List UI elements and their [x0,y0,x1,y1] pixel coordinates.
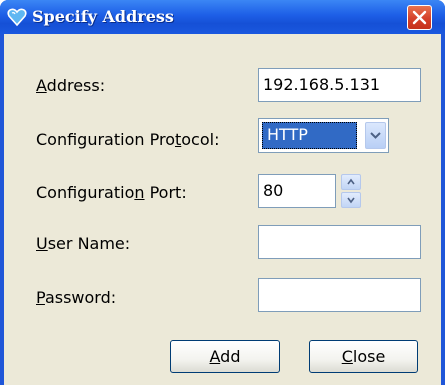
username-input[interactable] [258,225,421,259]
username-label: User Name: [36,234,131,253]
port-spinner [341,174,361,208]
spin-up-button[interactable] [341,174,361,190]
port-input[interactable]: 80 [258,174,336,208]
close-x-icon [412,10,427,25]
chevron-down-icon [347,197,355,204]
close-button[interactable]: Close [309,340,418,373]
title-bar[interactable]: Specify Address [0,0,445,34]
window-title: Specify Address [32,7,174,26]
spin-down-button[interactable] [341,192,361,208]
window-close-button[interactable] [407,5,432,30]
protocol-selected-value: HTTP [262,122,357,149]
dialog-body: Address: 192.168.5.131 Configuration Pro… [4,34,441,385]
specify-address-dialog: Specify Address Address: 192.168.5.131 C… [0,0,445,385]
protocol-select[interactable]: HTTP [258,118,389,153]
address-input[interactable]: 192.168.5.131 [258,68,421,102]
dropdown-button[interactable] [365,122,386,149]
address-label: Address: [36,76,106,95]
protocol-label: Configuration Protocol: [36,130,220,149]
chevron-down-icon [370,132,381,139]
add-button[interactable]: Add [170,340,280,373]
heart-shield-icon [7,8,27,27]
password-label: Password: [36,288,117,307]
port-label: Configuration Port: [36,183,187,202]
chevron-up-icon [347,178,355,185]
password-input[interactable] [258,278,421,312]
